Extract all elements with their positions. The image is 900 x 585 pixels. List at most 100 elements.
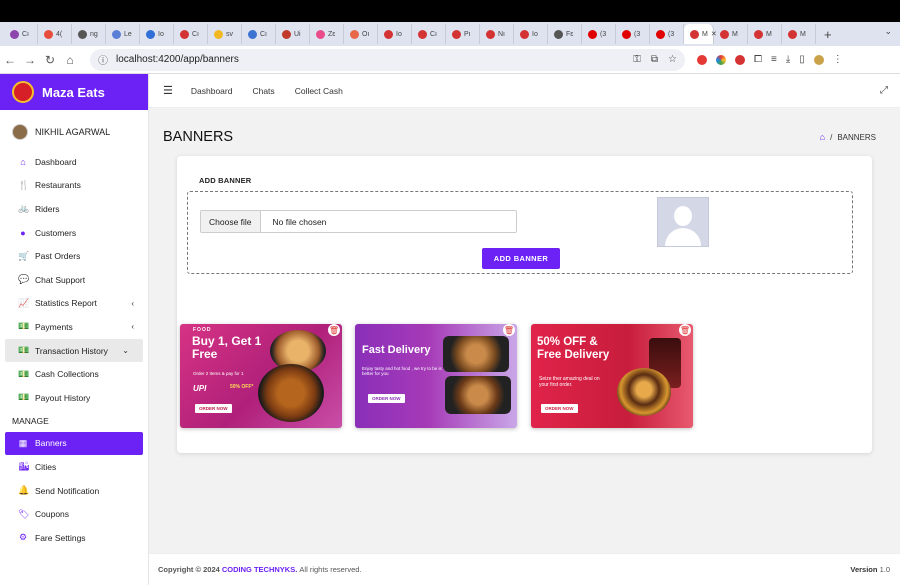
browser-tab[interactable]: sv xyxy=(208,24,242,44)
tab-favicon-icon xyxy=(316,29,325,39)
file-input[interactable]: Choose file No file chosen xyxy=(200,210,517,233)
kebab-menu-icon[interactable]: ⋮ xyxy=(833,54,843,65)
browser-tab[interactable]: Pı xyxy=(446,24,480,44)
sidebar-item-label: Past Orders xyxy=(35,251,81,262)
order-now-button: ORDER NOW xyxy=(195,404,232,413)
browser-tab[interactable]: M ✕ xyxy=(684,24,717,44)
browser-tab[interactable]: Io xyxy=(140,24,174,44)
sidebar-item-chat-support[interactable]: 💬 Chat Support xyxy=(0,268,148,292)
brand-logo xyxy=(12,81,34,103)
sidebar-item-riders[interactable]: 🚲 Riders xyxy=(0,197,148,221)
tab-search-icon[interactable]: ⌄ xyxy=(884,26,892,37)
puzzle-icon[interactable]: ⧠ xyxy=(754,54,762,65)
sidepanel-icon[interactable]: ▯ xyxy=(799,54,805,65)
fullscreen-icon[interactable]: ⤢ xyxy=(880,85,888,96)
browser-tab[interactable]: M xyxy=(748,24,782,44)
order-now-button: ORDER NOW xyxy=(541,404,578,413)
url-field[interactable]: ⓘ localhost:4200/app/banners ⚿ ⧉ ☆ xyxy=(90,48,685,71)
trash-icon[interactable]: 🗑 xyxy=(503,324,515,336)
city-icon: 🏙 xyxy=(18,461,30,472)
header-link-chats[interactable]: Chats xyxy=(252,86,274,96)
hamburger-menu-icon[interactable]: ☰ xyxy=(163,84,173,97)
sidebar-item-transaction-history[interactable]: 💵 Transaction History ⌄ xyxy=(5,338,143,363)
browser-tab[interactable]: Le xyxy=(106,24,140,44)
tab-favicon-icon xyxy=(112,29,121,39)
install-icon[interactable]: ⧉ xyxy=(651,54,658,65)
profile-avatar[interactable] xyxy=(813,54,824,65)
tag-icon: 🏷 xyxy=(18,508,30,519)
sidebar-item-coupons[interactable]: 🏷 Coupons xyxy=(0,502,148,526)
banner-card[interactable]: FOOD Buy 1, Get 1 Free Order 2 Items & p… xyxy=(180,324,342,428)
browser-tab[interactable]: Zε xyxy=(310,24,344,44)
download-icon[interactable]: ⤓ xyxy=(786,54,790,65)
sidebar-item-label: Payout History xyxy=(35,392,91,403)
sidebar-item-banners[interactable]: ▦ Banners xyxy=(5,431,143,456)
browser-tab[interactable]: 4( xyxy=(38,24,72,44)
banner-offer: 50% OFF* xyxy=(230,384,254,390)
browser-tab[interactable]: M xyxy=(782,24,816,44)
sidebar-item-customers[interactable]: ● Customers xyxy=(0,221,148,245)
browser-tab[interactable]: Io xyxy=(514,24,548,44)
browser-tab[interactable]: Cı xyxy=(174,24,208,44)
choose-file-button[interactable]: Choose file xyxy=(201,211,261,232)
browser-tab[interactable]: (3 xyxy=(650,24,684,44)
reload-icon[interactable]: ↻ xyxy=(40,53,60,67)
banner-card[interactable]: Fast Delivery Enjoy tasty and hot food ,… xyxy=(355,324,517,428)
bell-icon: 🔔 xyxy=(18,485,30,496)
sidebar-item-payments[interactable]: 💵 Payments ‹ xyxy=(0,315,148,339)
browser-tab[interactable]: Nı xyxy=(480,24,514,44)
trash-icon[interactable]: 🗑 xyxy=(328,324,340,336)
sidebar-item-restaurants[interactable]: 🍴 Restaurants xyxy=(0,174,148,198)
browser-tab[interactable]: (3 xyxy=(616,24,650,44)
browser-tab[interactable]: M xyxy=(714,24,748,44)
extension-icon[interactable] xyxy=(735,54,745,65)
browser-tab[interactable]: ng xyxy=(72,24,106,44)
extension-icon[interactable] xyxy=(697,54,707,65)
new-tab-icon[interactable]: + xyxy=(824,27,832,42)
browser-tab[interactable]: Oı xyxy=(344,24,378,44)
user-profile[interactable]: NIKHIL AGARWAL xyxy=(0,110,148,144)
sidebar-item-cash-collections[interactable]: 💵 Cash Collections xyxy=(0,362,148,386)
browser-tab[interactable]: Cı xyxy=(4,24,38,44)
banner-card[interactable]: 50% OFF & Free Delivery Seize ther amazi… xyxy=(531,324,693,428)
manage-section-label: MANAGE xyxy=(12,415,49,426)
tab-title: Nı xyxy=(498,30,505,38)
browser-address-bar: ← → ↻ ⌂ ⓘ localhost:4200/app/banners ⚿ ⧉… xyxy=(0,46,900,74)
header-link-dashboard[interactable]: Dashboard xyxy=(191,86,233,96)
trash-icon[interactable]: 🗑 xyxy=(679,324,691,336)
star-icon[interactable]: ☆ xyxy=(668,54,677,65)
chevron-icon: ‹ xyxy=(131,322,134,332)
home-icon[interactable]: ⌂ xyxy=(60,53,80,67)
forward-icon[interactable]: → xyxy=(20,53,40,67)
tab-favicon-icon xyxy=(248,29,257,39)
header-link-collect-cash[interactable]: Collect Cash xyxy=(295,86,343,96)
sidebar-item-cities[interactable]: 🏙 Cities xyxy=(0,455,148,479)
browser-tab[interactable]: (3 xyxy=(582,24,616,44)
browser-tab[interactable]: Ui xyxy=(276,24,310,44)
tab-title: Fε xyxy=(566,30,574,38)
chevron-icon: ⌄ xyxy=(122,346,129,356)
browser-tab[interactable]: Cı xyxy=(412,24,446,44)
sidebar-item-fare-settings[interactable]: ⚙ Fare Settings xyxy=(0,526,148,550)
sidebar-item-send-notification[interactable]: 🔔 Send Notification xyxy=(0,479,148,503)
tab-title: sv xyxy=(226,30,233,38)
browser-tab[interactable]: Io xyxy=(378,24,412,44)
brand-header[interactable]: Maza Eats xyxy=(0,74,148,110)
extension-icon[interactable] xyxy=(716,54,726,65)
sidebar-item-dashboard[interactable]: ⌂ Dashboard xyxy=(0,150,148,174)
add-banner-button[interactable]: ADD BANNER xyxy=(482,248,560,269)
tab-favicon-icon xyxy=(754,29,763,39)
browser-tab[interactable]: Cı xyxy=(242,24,276,44)
tab-title: Oı xyxy=(362,30,370,38)
site-info-icon[interactable]: ⓘ xyxy=(98,52,108,67)
sidebar-item-statistics-report[interactable]: 📈 Statistics Report ‹ xyxy=(0,292,148,316)
back-icon[interactable]: ← xyxy=(0,53,20,67)
sidebar-item-payout-history[interactable]: 💵 Payout History xyxy=(0,386,148,410)
key-icon[interactable]: ⚿ xyxy=(633,54,641,65)
media-icon[interactable]: ≡ xyxy=(771,54,777,65)
upload-dropzone[interactable]: Choose file No file chosen ADD BANNER xyxy=(187,191,853,274)
sidebar-item-past-orders[interactable]: 🛒 Past Orders xyxy=(0,244,148,268)
home-icon[interactable]: ⌂ xyxy=(820,132,825,142)
browser-tab[interactable]: Fε xyxy=(548,24,582,44)
company-link[interactable]: CODING TECHNYKS. xyxy=(222,565,297,574)
